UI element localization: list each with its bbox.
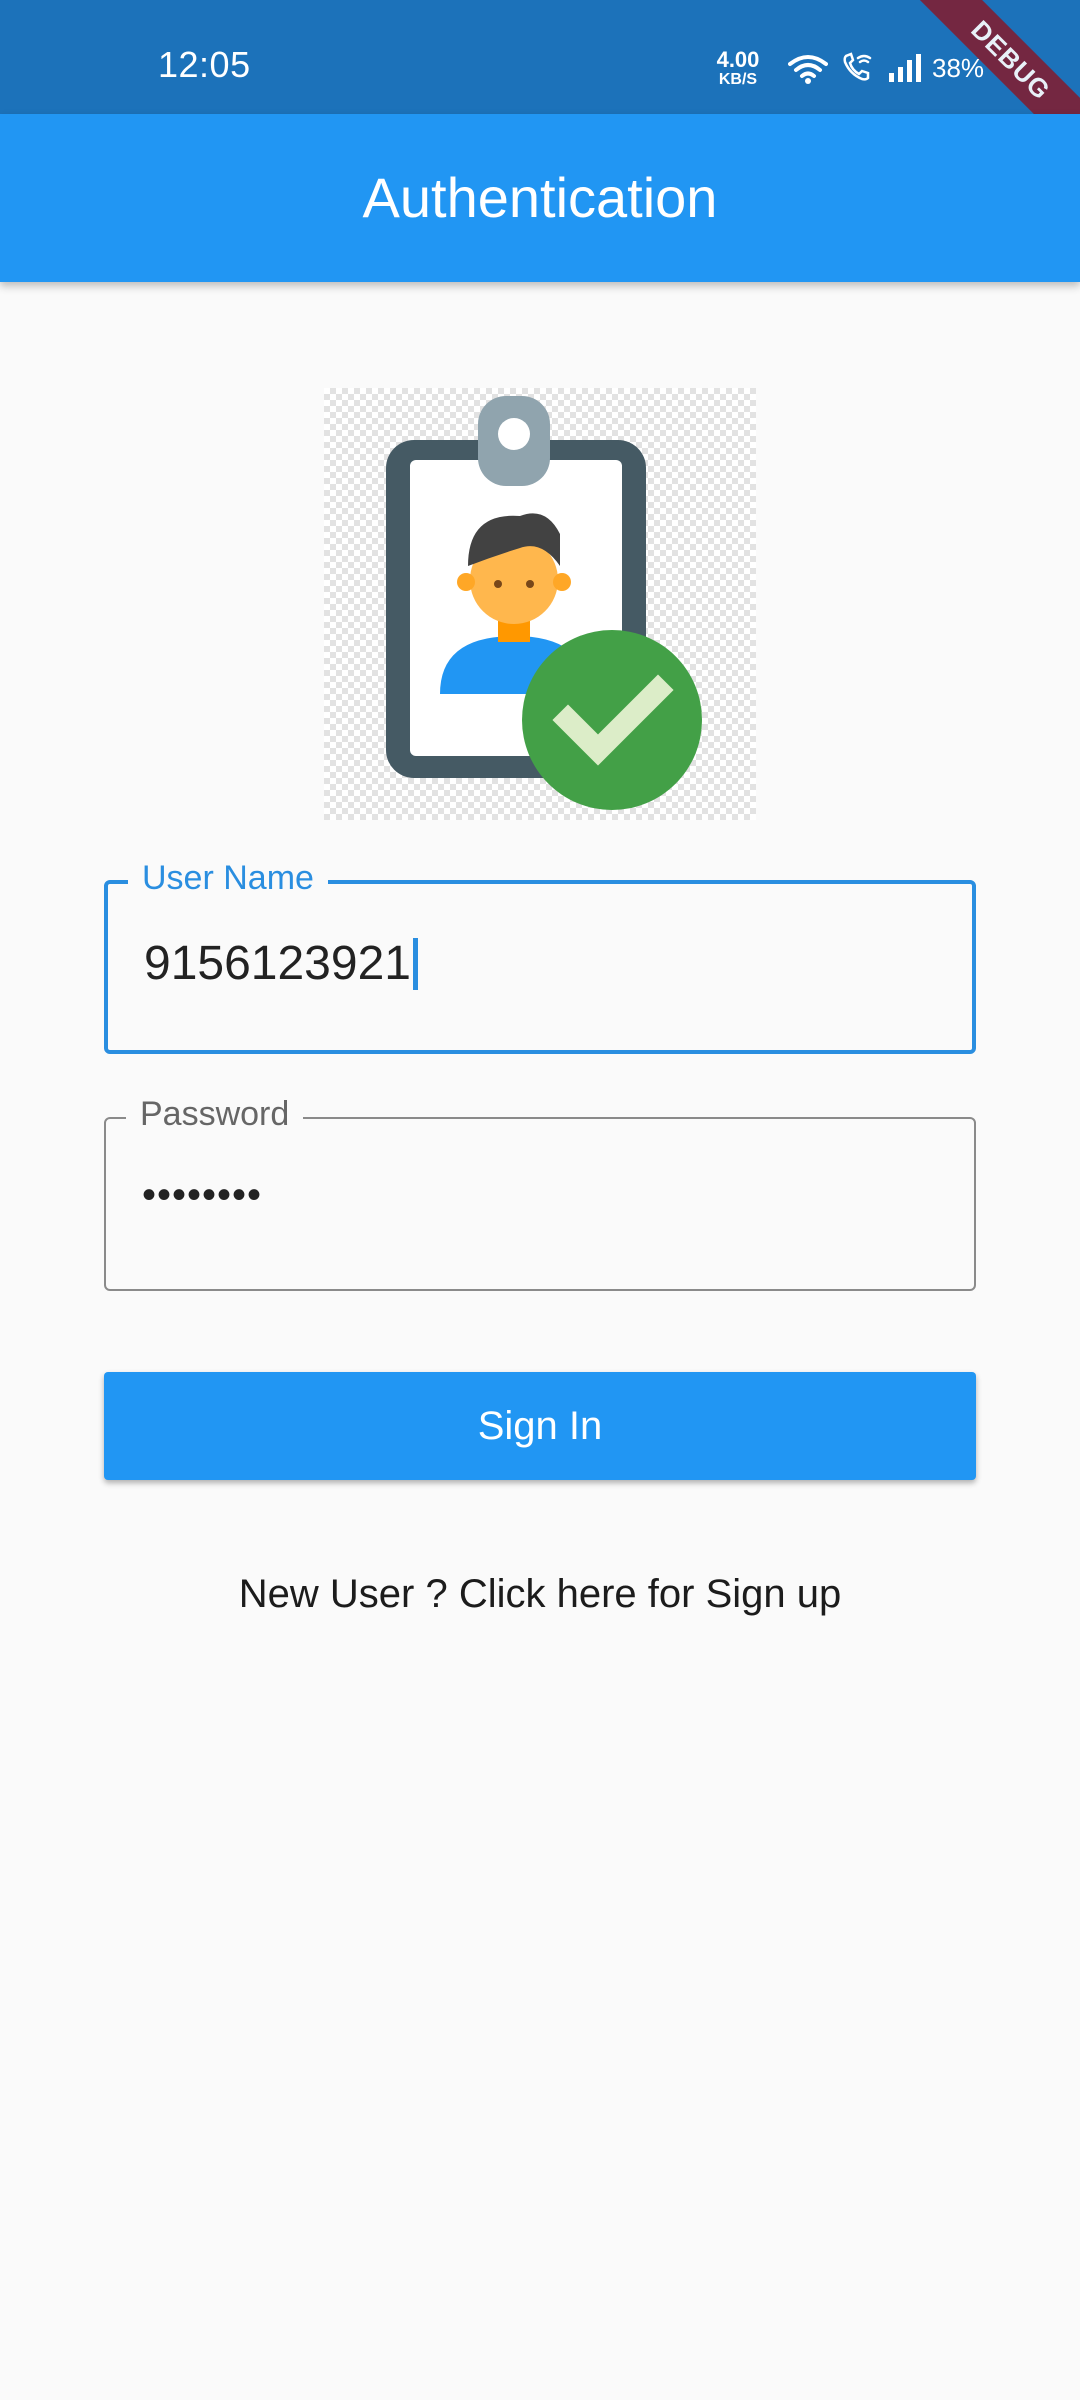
- text-caret: [412, 937, 418, 990]
- net-speed-indicator: 4.00 KB/S: [708, 46, 768, 88]
- wifi-icon: [788, 52, 828, 84]
- username-field[interactable]: User Name 9156123921: [104, 858, 976, 1054]
- status-bar: 12:05 4.00 KB/S 38% DEBUG: [0, 0, 1080, 186]
- signal-icon: [888, 53, 922, 83]
- id-badge-verified-icon: [324, 388, 756, 820]
- password-value: ••••••••: [142, 1173, 263, 1217]
- password-field[interactable]: Password ••••••••: [104, 1094, 976, 1291]
- sign-up-link[interactable]: New User ? Click here for Sign up: [0, 1572, 1080, 1617]
- sign-in-button[interactable]: Sign In: [104, 1372, 976, 1480]
- status-icons: 4.00 KB/S 38%: [708, 46, 984, 90]
- password-input[interactable]: ••••••••: [142, 1171, 262, 1219]
- username-label: User Name: [128, 858, 328, 898]
- wifi-call-icon: [840, 52, 874, 84]
- app-bar: Authentication: [0, 114, 1080, 282]
- page-title: Authentication: [362, 166, 718, 229]
- username-input[interactable]: 9156123921: [144, 936, 418, 991]
- username-value: 9156123921: [144, 937, 411, 990]
- net-speed-unit: KB/S: [718, 70, 758, 88]
- password-label: Password: [126, 1094, 304, 1134]
- net-speed-value: 4.00: [716, 46, 760, 72]
- status-time: 12:05: [158, 44, 251, 85]
